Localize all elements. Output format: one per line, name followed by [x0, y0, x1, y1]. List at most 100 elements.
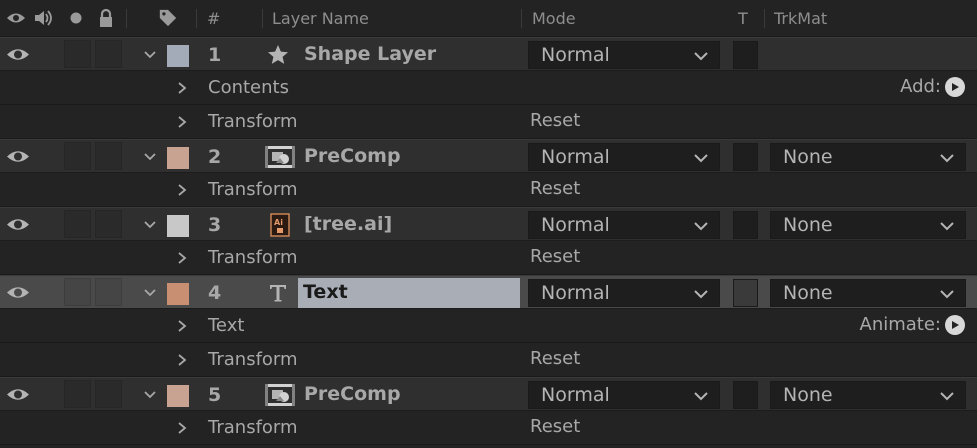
- column-header-layer-name[interactable]: Layer Name: [272, 9, 369, 28]
- layer-row[interactable]: 1 Shape Layer Normal: [0, 37, 977, 71]
- solo-switch[interactable]: [64, 210, 91, 238]
- chevron-down-icon: [940, 290, 954, 299]
- chevron-right-icon[interactable]: [176, 183, 188, 197]
- blend-mode-dropdown[interactable]: Normal: [528, 279, 720, 307]
- chevron-down-icon[interactable]: [143, 285, 157, 299]
- property-group-label: Contents: [208, 77, 289, 98]
- preserve-transparency-toggle[interactable]: [733, 279, 758, 307]
- chevron-right-icon[interactable]: [176, 421, 188, 435]
- chevron-down-icon[interactable]: [143, 217, 157, 231]
- blend-mode-value: Normal: [541, 146, 610, 168]
- chevron-down-icon[interactable]: [143, 149, 157, 163]
- track-matte-dropdown[interactable]: None: [770, 381, 966, 409]
- column-header-t[interactable]: T: [738, 9, 748, 28]
- chevron-right-icon[interactable]: [176, 81, 188, 95]
- blend-mode-dropdown[interactable]: Normal: [528, 381, 720, 409]
- label-color-swatch[interactable]: [167, 45, 189, 67]
- reset-link[interactable]: Reset: [530, 110, 580, 131]
- layer-name[interactable]: [tree.ai]: [304, 213, 392, 235]
- property-group-label: Transform: [208, 179, 298, 200]
- solo-switch[interactable]: [64, 40, 91, 68]
- label-color-swatch[interactable]: [167, 283, 189, 305]
- add-menu[interactable]: Add:: [900, 76, 965, 97]
- chevron-right-icon[interactable]: [176, 319, 188, 333]
- visibility-eye-icon[interactable]: [5, 148, 31, 165]
- header-divider: [764, 9, 765, 28]
- preserve-transparency-toggle[interactable]: [733, 381, 758, 409]
- play-circle-icon[interactable]: [945, 76, 965, 97]
- visibility-eye-icon[interactable]: [6, 8, 26, 28]
- lock-switch[interactable]: [95, 210, 122, 238]
- property-group-row[interactable]: Transform Reset: [0, 411, 977, 445]
- solo-switch[interactable]: [64, 142, 91, 170]
- property-group-label: Transform: [208, 111, 298, 132]
- visibility-eye-icon[interactable]: [5, 216, 31, 233]
- layer-row[interactable]: 2 PreComp Normal None: [0, 139, 977, 173]
- lock-switch[interactable]: [95, 380, 122, 408]
- layer-name[interactable]: PreComp: [304, 383, 401, 405]
- audio-speaker-icon[interactable]: [33, 8, 53, 28]
- reset-link[interactable]: Reset: [530, 178, 580, 199]
- layer-row[interactable]: 5 PreComp Normal None: [0, 377, 977, 411]
- column-header-trkmat[interactable]: TrkMat: [774, 9, 827, 28]
- preserve-transparency-toggle[interactable]: [733, 211, 758, 239]
- property-group-row[interactable]: Transform Reset: [0, 241, 977, 275]
- solo-switch[interactable]: [64, 380, 91, 408]
- layer-number: 3: [208, 214, 222, 236]
- solo-dot-icon[interactable]: [66, 8, 86, 28]
- lock-switch[interactable]: [95, 142, 122, 170]
- chevron-right-icon[interactable]: [176, 251, 188, 265]
- preserve-transparency-toggle[interactable]: [733, 41, 758, 69]
- blend-mode-value: Normal: [541, 44, 610, 66]
- property-group-row[interactable]: Transform Reset: [0, 173, 977, 207]
- lock-icon[interactable]: [96, 8, 116, 28]
- layer-row[interactable]: 3 Ai [tree.ai] Normal None: [0, 207, 977, 241]
- blend-mode-value: Normal: [541, 282, 610, 304]
- preserve-transparency-toggle[interactable]: [733, 143, 758, 171]
- track-matte-value: None: [783, 282, 833, 304]
- layer-name[interactable]: PreComp: [304, 145, 401, 167]
- property-group-row[interactable]: Transform Reset: [0, 343, 977, 377]
- blend-mode-value: Normal: [541, 214, 610, 236]
- blend-mode-dropdown[interactable]: Normal: [528, 211, 720, 239]
- chevron-right-icon[interactable]: [176, 115, 188, 129]
- layer-name[interactable]: Shape Layer: [304, 43, 436, 65]
- blend-mode-dropdown[interactable]: Normal: [528, 143, 720, 171]
- property-group-row[interactable]: Text Animate:: [0, 309, 977, 343]
- reset-link[interactable]: Reset: [530, 246, 580, 267]
- track-matte-dropdown[interactable]: None: [770, 279, 966, 307]
- track-matte-dropdown[interactable]: None: [770, 143, 966, 171]
- solo-switch[interactable]: [64, 278, 91, 306]
- chevron-down-icon[interactable]: [143, 47, 157, 61]
- reset-link[interactable]: Reset: [530, 416, 580, 437]
- reset-link[interactable]: Reset: [530, 348, 580, 369]
- chevron-down-icon[interactable]: [143, 387, 157, 401]
- visibility-eye-icon[interactable]: [5, 46, 31, 63]
- visibility-eye-icon[interactable]: [5, 284, 31, 301]
- track-matte-dropdown[interactable]: None: [770, 211, 966, 239]
- animate-menu[interactable]: Animate:: [860, 314, 965, 335]
- layer-row-selected[interactable]: 4 Text Normal None: [0, 275, 977, 309]
- layer-name: Text: [303, 281, 348, 303]
- layer-name-edit-field[interactable]: Text: [298, 278, 520, 308]
- label-color-swatch[interactable]: [167, 147, 189, 169]
- chevron-down-icon: [694, 290, 708, 299]
- lock-switch[interactable]: [95, 40, 122, 68]
- precomp-icon: [264, 383, 296, 407]
- visibility-eye-icon[interactable]: [5, 386, 31, 403]
- column-header-mode[interactable]: Mode: [532, 9, 576, 28]
- animate-label: Animate:: [859, 314, 941, 335]
- column-header-number[interactable]: #: [207, 9, 220, 28]
- chevron-down-icon: [694, 392, 708, 401]
- property-group-row[interactable]: Contents Add:: [0, 71, 977, 105]
- add-label: Add:: [900, 76, 941, 97]
- label-color-swatch[interactable]: [167, 215, 189, 237]
- property-group-row[interactable]: Transform Reset: [0, 105, 977, 139]
- chevron-down-icon: [694, 52, 708, 61]
- lock-switch[interactable]: [95, 278, 122, 306]
- blend-mode-dropdown[interactable]: Normal: [528, 41, 720, 69]
- label-tag-icon[interactable]: [158, 8, 178, 28]
- label-color-swatch[interactable]: [167, 385, 189, 407]
- play-circle-icon[interactable]: [945, 314, 965, 335]
- chevron-right-icon[interactable]: [176, 353, 188, 367]
